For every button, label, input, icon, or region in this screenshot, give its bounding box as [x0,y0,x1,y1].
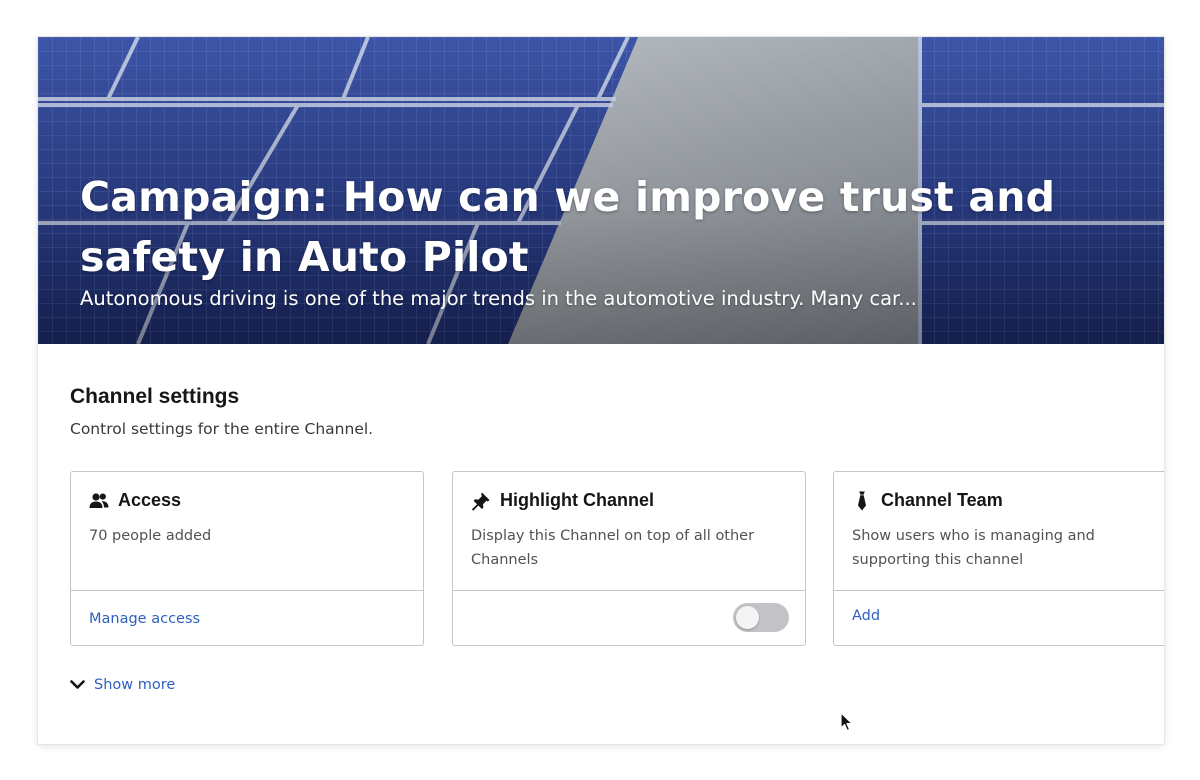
channel-settings-heading: Channel settings [70,385,240,408]
highlight-channel-toggle[interactable] [733,603,789,632]
campaign-title: Campaign: How can we improve trust and s… [80,173,1056,281]
people-icon [89,491,109,511]
pin-icon [471,491,491,511]
manage-access-link[interactable]: Manage access [89,611,200,627]
toggle-knob [736,606,759,629]
campaign-description: Autonomous driving is one of the major t… [80,287,917,310]
mouse-cursor-icon [840,712,853,732]
add-team-link[interactable]: Add [852,608,880,624]
tie-icon [852,491,872,511]
access-card: Access 70 people added Manage access [70,471,424,646]
access-card-title: Access [118,490,182,510]
channel-page: Campaign: How can we improve trust and s… [38,37,1164,744]
show-more-button[interactable]: Show more [70,675,175,694]
card-divider [453,590,805,591]
chevron-down-icon [70,675,85,694]
channel-team-card: Channel Team Show users who is managing … [833,471,1164,646]
channel-team-card-title: Channel Team [881,490,1003,510]
highlight-channel-card-title: Highlight Channel [500,490,654,510]
highlight-channel-card: Highlight Channel Display this Channel o… [452,471,806,646]
show-more-label: Show more [94,676,176,693]
hero-banner: Campaign: How can we improve trust and s… [38,37,1164,344]
card-divider [71,590,423,591]
channel-settings-subtitle: Control settings for the entire Channel. [70,420,374,438]
card-divider [834,590,1164,591]
highlight-channel-card-description: Display this Channel on top of all other… [471,528,755,568]
channel-team-card-description: Show users who is managing and supportin… [852,528,1095,568]
access-card-description: 70 people added [89,528,212,544]
